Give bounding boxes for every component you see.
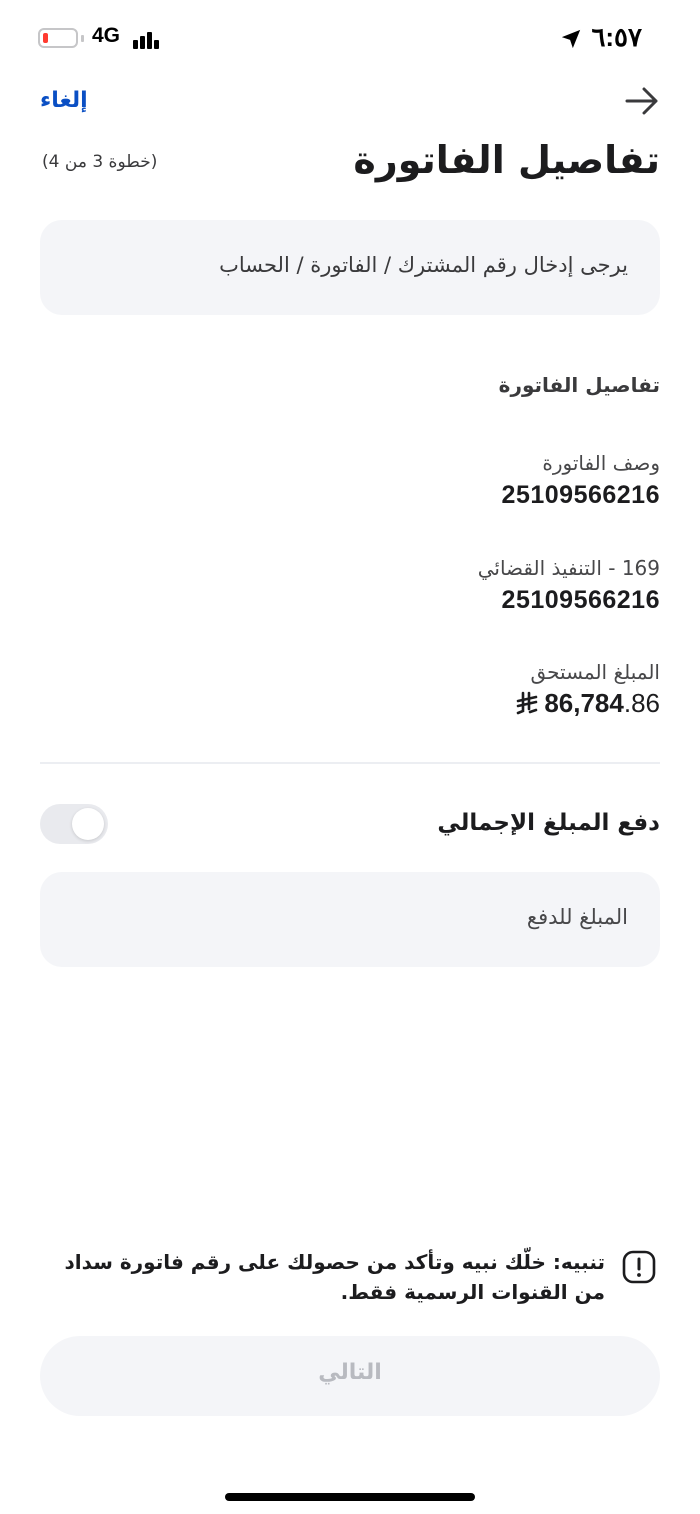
amount-due-value: 86,784.86 xyxy=(516,688,660,719)
warning-text: تنبيه: خلّك نبيه وتأكد من حصولك على رقم … xyxy=(64,1250,605,1304)
battery-icon xyxy=(38,28,84,48)
next-button-label: التالي xyxy=(318,1360,382,1385)
step-indicator: (خطوة 3 من 4) xyxy=(42,152,158,172)
arrow-right-icon[interactable] xyxy=(624,86,660,116)
pay-amount-input[interactable]: المبلغ للدفع xyxy=(40,872,660,967)
subscriber-input-placeholder: يرجى إدخال رقم المشترك / الفاتورة / الحس… xyxy=(219,253,628,277)
status-bar: 4G ٦:٥٧ xyxy=(0,0,700,80)
next-button[interactable]: التالي xyxy=(40,1336,660,1416)
cancel-button[interactable]: إلغاء xyxy=(40,88,88,113)
location-arrow-icon xyxy=(561,29,581,49)
amount-due-label: المبلغ المستحق xyxy=(530,660,660,684)
bill-description-label: وصف الفاتورة xyxy=(542,451,660,475)
pay-total-toggle[interactable] xyxy=(40,804,108,844)
home-indicator xyxy=(225,1493,475,1501)
battery-level xyxy=(43,33,48,43)
pay-total-label: دفع المبلغ الإجمالي xyxy=(437,810,660,836)
exclamation-icon xyxy=(622,1250,656,1284)
amount-due-integer: 86,784 xyxy=(544,688,624,718)
amount-due-decimal: .86 xyxy=(623,688,660,718)
signal-strength-icon xyxy=(133,29,163,49)
saudi-riyal-icon xyxy=(517,691,538,715)
page-title: تفاصيل الفاتورة xyxy=(353,138,660,182)
status-time: ٦:٥٧ xyxy=(591,22,642,52)
bill-details-section-title: تفاصيل الفاتورة xyxy=(498,373,660,397)
subscriber-number-input[interactable]: يرجى إدخال رقم المشترك / الفاتورة / الحس… xyxy=(40,220,660,315)
divider xyxy=(40,762,660,764)
pay-amount-placeholder: المبلغ للدفع xyxy=(526,905,628,929)
toggle-knob xyxy=(72,808,104,840)
biller-value: 25109566216 xyxy=(501,586,660,614)
biller-label: 169 - التنفيذ القضائي xyxy=(477,556,660,580)
network-type: 4G xyxy=(92,24,121,47)
bill-description-value: 25109566216 xyxy=(501,481,660,509)
